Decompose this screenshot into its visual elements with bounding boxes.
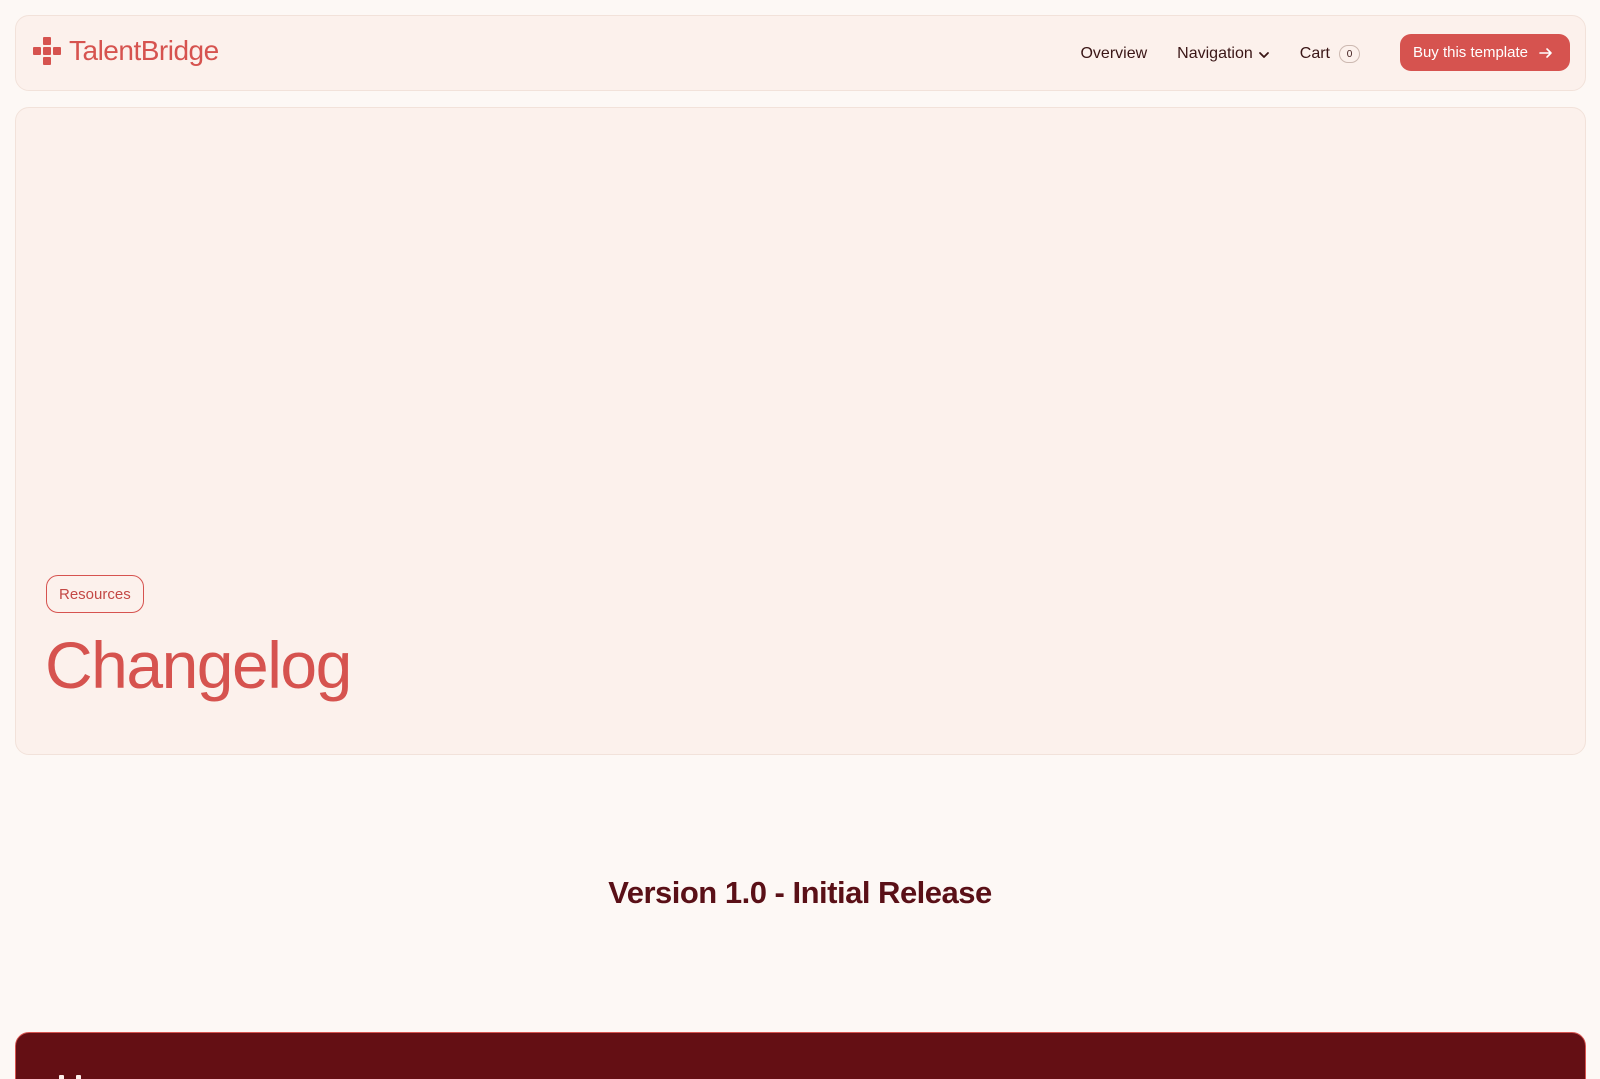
cart-count-badge: 0 [1339,45,1360,63]
version-heading: Version 1.0 - Initial Release [608,875,992,910]
buy-template-button[interactable]: Buy this template [1399,34,1570,71]
hero-section: Resources Changelog [15,107,1586,755]
page-title: Changelog [45,628,352,702]
site-header: TalentBridge Overview Navigation Cart 0 … [15,15,1586,91]
resources-tag: Resources [46,575,144,613]
nav-item-label: Overview [1080,45,1148,62]
plus-cross-logo-icon [33,37,61,65]
buy-template-label: Buy this template [1412,44,1528,61]
main-nav: Overview Navigation Cart 0 [1080,16,1360,92]
release-notes-panel [15,1032,1586,1079]
nav-item-label: Navigation [1177,45,1253,62]
arrow-right-icon [1539,47,1552,58]
nav-item-overview[interactable]: Overview [1080,45,1147,63]
nav-item-cart[interactable]: Cart 0 [1300,45,1360,63]
brand-name: TalentBridge [69,35,219,66]
page: TalentBridge Overview Navigation Cart 0 … [0,0,1600,1079]
partial-heading-glyph [59,1075,81,1079]
nav-item-navigation-dropdown[interactable]: Navigation [1177,45,1270,63]
chevron-down-icon [1258,52,1269,58]
nav-item-label: Cart [1299,45,1330,62]
brand-logo-link[interactable]: TalentBridge [31,35,219,67]
